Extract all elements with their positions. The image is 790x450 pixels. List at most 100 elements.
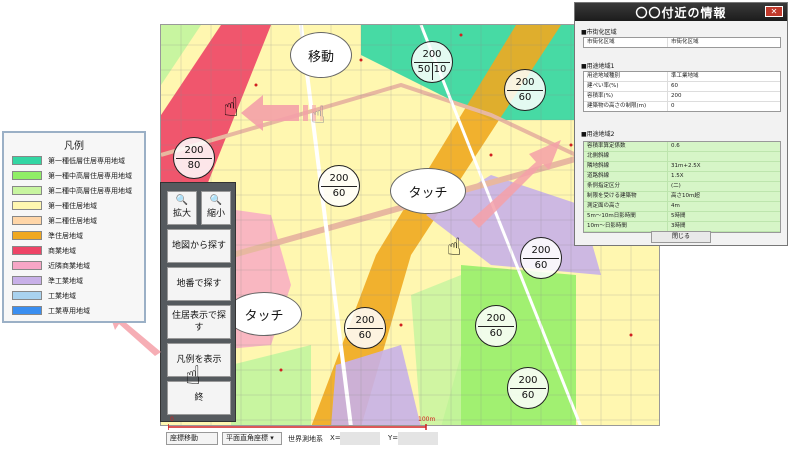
far-marker-5[interactable]: 200 60 (520, 237, 562, 279)
far-marker-top: 200 (422, 49, 442, 60)
far-marker-8[interactable]: 200 60 (507, 367, 549, 409)
row-key: 市街化区域 (584, 38, 668, 47)
far-marker-4[interactable]: 200 60 (318, 165, 360, 207)
search-lot-button[interactable]: 地番で探す (167, 267, 231, 301)
row-value: (二) (671, 183, 681, 189)
far-marker-top: 200 (329, 173, 349, 184)
section-heading: ■用途地域2 (581, 131, 615, 138)
close-button[interactable]: 閉じる (651, 231, 711, 243)
legend-item: 第一種住居地域 (12, 200, 97, 211)
touch-callout-2: タッチ (226, 292, 302, 336)
legend-swatch (12, 156, 42, 165)
far-marker-top: 200 (531, 245, 551, 256)
far-marker-bottom: 60 (489, 328, 503, 339)
far-marker-bottom: 60 (358, 330, 372, 341)
dialog-title: 〇〇付近の情報 (635, 6, 727, 20)
far-marker-1[interactable]: 200 50 10 (411, 41, 453, 83)
urbanization-table: 市街化区域 市街化区域 (583, 37, 781, 48)
row-value: 準工業地域 (671, 73, 699, 79)
info-dialog: 〇〇付近の情報 ✕ ■市街化区域 市街化区域 市街化区域 ■用途地域1 用途地域種… (574, 2, 788, 246)
row-key: 道路斜線 (584, 172, 668, 181)
status-bar: 座標移動 平面直角座標 ▾ 世界測地系 X= Y= (160, 430, 660, 448)
far-marker-top: 200 (486, 313, 506, 324)
legend-swatch (12, 246, 42, 255)
move-callout: 移動 (290, 32, 352, 78)
row-key: 建築物の高さの制限(m) (584, 102, 668, 111)
table-row: 建ぺい率(%) 60 (584, 82, 780, 92)
table-row: 5m〜10m日影時間 5時間 (584, 212, 780, 222)
far-marker-top: 200 (515, 77, 535, 88)
chevron-down-icon: ▾ (268, 434, 274, 442)
far-marker-top: 200 (518, 375, 538, 386)
legend-item-label: 商業地域 (48, 246, 76, 255)
legend-swatch (12, 231, 42, 240)
table-row: 制限を受ける建築物 高さ10m超 (584, 192, 780, 202)
row-value: 4m (671, 203, 680, 209)
search-lot-label: 地番で探す (176, 279, 222, 289)
legend-item: 準工業地域 (12, 275, 83, 286)
zoom-in-button[interactable]: 🔍 拡大 (167, 191, 197, 225)
move-callout-text: 移動 (307, 49, 334, 65)
row-value: 市街化区域 (671, 39, 699, 45)
datum-label: 世界測地系 (288, 435, 323, 443)
hand-pointer-icon: ☝ (223, 93, 239, 123)
zoom-in-label: 拡大 (172, 209, 191, 219)
row-key: 用途地域種別 (584, 72, 668, 81)
legend-swatch (12, 171, 42, 180)
legend-item-label: 準工業地域 (48, 276, 83, 285)
far-marker-3[interactable]: 200 80 (173, 137, 215, 179)
legend-swatch (12, 216, 42, 225)
table-row: 測定面の高さ 4m (584, 202, 780, 212)
far-marker-bottom: 60 (518, 92, 532, 103)
row-value: 200 (671, 93, 682, 99)
legend-item: 準住居地域 (12, 230, 83, 241)
legend-item-label: 第一種低層住居専用地域 (48, 156, 125, 165)
row-value: 高さ10m超 (671, 193, 700, 199)
zoom-in-icon: 🔍 (175, 195, 189, 206)
row-value: 3時間 (671, 223, 686, 229)
table-row: 容積率(%) 200 (584, 92, 780, 102)
far-marker-2[interactable]: 200 60 (504, 69, 546, 111)
row-value: 60 (671, 83, 678, 89)
section-heading: ■用途地域1 (581, 63, 615, 70)
row-key: 容積率算定係数 (584, 142, 668, 151)
search-address-label: 住居表示で探す (171, 311, 226, 333)
legend-item-label: 第二種中高層住居専用地域 (48, 186, 132, 195)
far-marker-top: 200 (184, 145, 204, 156)
legend-swatch (12, 276, 42, 285)
zoning2-table: 容積率算定係数 0.6 北側斜線 隣地斜線 31m+2.5X 道路斜線 1.5X 条例… (583, 141, 781, 233)
far-marker-top: 200 (355, 315, 375, 326)
search-map-button[interactable]: 地図から探す (167, 229, 231, 263)
far-marker-bottom: 80 (187, 160, 201, 171)
search-address-button[interactable]: 住居表示で探す (167, 305, 231, 339)
legend-swatch (12, 201, 42, 210)
zoom-out-button[interactable]: 🔍 縮小 (201, 191, 231, 225)
far-marker-bottom: 60 (521, 390, 535, 401)
legend-item: 第一種中高層住居専用地域 (12, 170, 132, 181)
scale-zero: 0 (170, 416, 174, 423)
table-row: 市街化区域 市街化区域 (584, 38, 780, 47)
touch-callout-text: タッチ (408, 185, 448, 201)
far-marker-6[interactable]: 200 60 (344, 307, 386, 349)
table-row: 隣地斜線 31m+2.5X (584, 162, 780, 172)
scale-label: 100m (418, 416, 436, 423)
legend-swatch (12, 261, 42, 270)
section-heading: ■市街化区域 (581, 29, 617, 36)
legend-item: 工業専用地域 (12, 305, 90, 316)
zoning1-table: 用途地域種別 準工業地域 建ぺい率(%) 60 容積率(%) 200 建築物の高さの制… (583, 71, 781, 112)
far-marker-7[interactable]: 200 60 (475, 305, 517, 347)
legend-item-label: 工業専用地域 (48, 306, 90, 315)
legend-title: 凡例 (64, 141, 84, 152)
y-value (398, 432, 438, 445)
row-value: 31m+2.5X (671, 163, 701, 169)
coord-move-button[interactable]: 座標移動 (166, 432, 218, 445)
row-key: 5m〜10m日影時間 (584, 212, 668, 221)
coord-system-value: 平面直角座標 (226, 434, 268, 442)
legend-swatch (12, 306, 42, 315)
dialog-titlebar: 〇〇付近の情報 ✕ (575, 3, 787, 21)
end-label: 終 (194, 393, 204, 403)
zoom-out-label: 縮小 (206, 209, 225, 219)
row-value: 1.5X (671, 173, 684, 179)
coord-system-select[interactable]: 平面直角座標 ▾ (222, 432, 282, 445)
close-icon[interactable]: ✕ (765, 6, 783, 17)
